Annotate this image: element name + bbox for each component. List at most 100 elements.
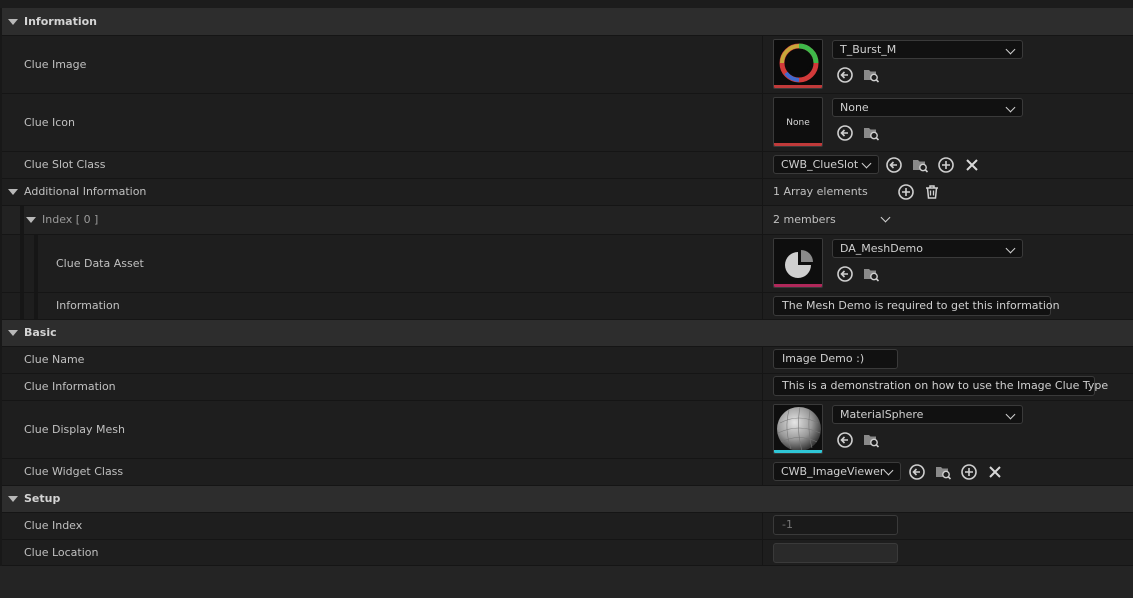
property-label: Clue Icon [24, 116, 75, 129]
use-selected-icon[interactable] [836, 124, 854, 142]
mesh-thumbnail[interactable] [773, 404, 823, 454]
material-sphere-icon [774, 405, 822, 452]
use-selected-icon[interactable] [836, 66, 854, 84]
combo-value: CWB_ImageViewer [781, 465, 885, 478]
details-panel: Information Clue Image T_Burst_M Clue Ic… [0, 0, 1133, 598]
indent-guide [20, 235, 24, 292]
combo-value: T_Burst_M [840, 43, 897, 56]
add-icon[interactable] [960, 463, 978, 481]
column-divider [762, 94, 763, 151]
property-row-clue-display-mesh: Clue Display Mesh MaterialSphere [2, 401, 1133, 459]
category-information[interactable]: Information [2, 8, 1133, 36]
thumbnail-none-text: None [786, 118, 810, 128]
indent-guide [20, 206, 24, 234]
column-divider [762, 401, 763, 458]
category-setup[interactable]: Setup [2, 486, 1133, 513]
clue-location-field[interactable] [773, 543, 898, 563]
category-title: Basic [24, 326, 57, 339]
column-divider [762, 293, 763, 319]
property-row-nested-information: Information The Mesh Demo is required to… [2, 293, 1133, 320]
category-basic[interactable]: Basic [2, 320, 1133, 347]
column-divider [762, 152, 763, 178]
combo-value: None [840, 101, 869, 114]
category-title: Setup [24, 492, 61, 505]
expand-arrow-icon[interactable] [26, 217, 36, 223]
browse-icon[interactable] [862, 265, 880, 283]
chevron-down-icon [1005, 409, 1016, 420]
column-divider [762, 374, 763, 400]
information-text-field[interactable]: The Mesh Demo is required to get this in… [773, 296, 1060, 316]
expand-arrow-icon[interactable] [8, 189, 18, 195]
asset-type-bar [774, 85, 822, 88]
column-divider [762, 36, 763, 93]
property-row-clue-index: Clue Index -1 [2, 513, 1133, 540]
add-icon[interactable] [897, 183, 915, 201]
property-label: Information [56, 299, 120, 312]
browse-icon[interactable] [862, 124, 880, 142]
chevron-down-icon [1005, 102, 1016, 113]
browse-icon[interactable] [934, 463, 952, 481]
asset-type-bar [774, 143, 822, 146]
combo-value: MaterialSphere [840, 408, 924, 421]
array-count-text: 1 Array elements [773, 185, 868, 198]
delete-icon[interactable] [923, 183, 941, 201]
property-label: Clue Information [24, 380, 116, 393]
combo-value: CWB_ClueSlot [781, 158, 859, 171]
use-selected-icon[interactable] [836, 265, 854, 283]
property-row-clue-information: Clue Information This is a demonstration… [2, 374, 1133, 401]
column-divider [762, 540, 763, 565]
expand-arrow-icon[interactable] [8, 19, 18, 25]
expand-arrow-icon[interactable] [8, 496, 18, 502]
browse-icon[interactable] [862, 431, 880, 449]
indent-guide [34, 293, 38, 319]
property-label: Clue Data Asset [56, 257, 144, 270]
combo-value: DA_MeshDemo [840, 242, 923, 255]
members-text: 2 members [773, 213, 836, 226]
clue-index-field[interactable]: -1 [773, 515, 898, 535]
browse-icon[interactable] [911, 156, 929, 174]
asset-thumbnail[interactable] [773, 238, 823, 288]
property-row-clue-icon: Clue Icon None None [2, 94, 1133, 152]
asset-type-bar [774, 450, 822, 453]
texture-thumbnail[interactable]: None [773, 97, 823, 147]
use-selected-icon[interactable] [908, 463, 926, 481]
clear-icon[interactable] [986, 463, 1004, 481]
property-row-additional-information: Additional Information 1 Array elements [2, 179, 1133, 206]
column-divider [762, 206, 763, 234]
property-label: Index [ 0 ] [42, 213, 99, 226]
panel-top-strip [0, 0, 1133, 8]
texture-thumbnail[interactable] [773, 39, 823, 89]
class-combo[interactable]: CWB_ClueSlot [773, 155, 879, 174]
column-divider [762, 459, 763, 485]
class-combo[interactable]: CWB_ImageViewer [773, 462, 901, 481]
asset-combo[interactable]: DA_MeshDemo [832, 239, 1023, 258]
texture-combo[interactable]: T_Burst_M [832, 40, 1023, 59]
add-icon[interactable] [937, 156, 955, 174]
property-row-clue-widget-class: Clue Widget Class CWB_ImageViewer [2, 459, 1133, 486]
texture-combo[interactable]: None [832, 98, 1023, 117]
property-row-clue-data-asset: Clue Data Asset DA_MeshDemo [2, 235, 1133, 293]
chevron-down-icon [1005, 44, 1016, 55]
property-label: Clue Name [24, 353, 85, 366]
property-label: Additional Information [24, 185, 147, 198]
use-selected-icon[interactable] [885, 156, 903, 174]
property-label: Clue Slot Class [24, 158, 106, 171]
chevron-down-icon [861, 158, 872, 169]
column-divider [762, 235, 763, 292]
property-label: Clue Image [24, 58, 87, 71]
use-selected-icon[interactable] [836, 431, 854, 449]
chevron-down-icon[interactable] [880, 212, 891, 223]
property-label: Clue Index [24, 519, 83, 532]
chevron-down-icon [1005, 243, 1016, 254]
mesh-combo[interactable]: MaterialSphere [832, 405, 1023, 424]
indent-guide [20, 293, 24, 319]
clear-icon[interactable] [963, 156, 981, 174]
property-row-clue-location: Clue Location [2, 540, 1133, 566]
expand-arrow-icon[interactable] [8, 330, 18, 336]
browse-icon[interactable] [862, 66, 880, 84]
clue-information-field[interactable]: This is a demonstration on how to use th… [773, 376, 1108, 396]
data-asset-pie-icon [774, 239, 822, 286]
column-divider [762, 513, 763, 539]
category-title: Information [24, 15, 97, 28]
clue-name-field[interactable]: Image Demo :) [773, 349, 898, 369]
